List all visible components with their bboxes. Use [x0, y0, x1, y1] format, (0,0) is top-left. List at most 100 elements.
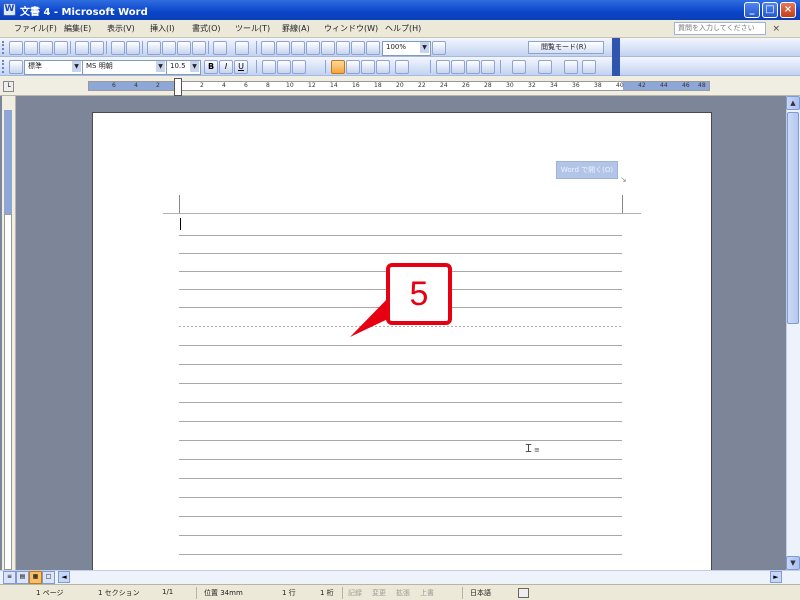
- toolbar-separator: [500, 60, 501, 73]
- status-rec[interactable]: 記録: [348, 588, 362, 598]
- enclose-characters-icon[interactable]: [582, 60, 596, 74]
- redo-icon[interactable]: [235, 41, 249, 55]
- grid-line: [179, 402, 622, 403]
- indent-marker[interactable]: [174, 78, 182, 96]
- reading-mode-button[interactable]: 閲覧モード(R): [528, 41, 604, 54]
- menu-help[interactable]: ヘルプ(H): [385, 23, 421, 34]
- tables-borders-icon[interactable]: [276, 41, 290, 55]
- toolbar-grip[interactable]: [2, 41, 7, 54]
- justify-button[interactable]: [331, 60, 345, 74]
- status-ext[interactable]: 拡張: [396, 588, 410, 598]
- document-map-icon[interactable]: [351, 41, 365, 55]
- new-document-icon[interactable]: [9, 41, 23, 55]
- style-select[interactable]: 標準 ▼: [24, 60, 83, 75]
- character-shading-icon[interactable]: [277, 60, 291, 74]
- styles-pane-icon[interactable]: [9, 60, 23, 74]
- toolbar-grip[interactable]: [2, 60, 7, 73]
- web-layout-icon[interactable]: ▤: [16, 571, 29, 584]
- scroll-down-button[interactable]: ▼: [786, 556, 800, 570]
- minimize-button[interactable]: _: [744, 2, 760, 18]
- insert-table-icon[interactable]: [291, 41, 305, 55]
- decrease-indent-icon[interactable]: [466, 60, 480, 74]
- document-page[interactable]: [92, 112, 712, 582]
- print-layout-icon[interactable]: ▦: [29, 571, 42, 584]
- font-color-icon[interactable]: [538, 60, 552, 74]
- close-button[interactable]: ×: [780, 2, 796, 18]
- status-page-of: 1/1: [162, 588, 174, 596]
- menu-tools[interactable]: ツール(T): [235, 23, 270, 34]
- maximize-button[interactable]: □: [762, 2, 778, 18]
- cursor-arrow-icon: ↘: [620, 175, 627, 184]
- menu-table[interactable]: 罫線(A): [282, 23, 310, 34]
- ruler-number: 24: [440, 82, 448, 89]
- open-folder-icon[interactable]: [24, 41, 38, 55]
- horizontal-ruler[interactable]: └ 6 4 2 2 4 6 8 10 12 14 16 18 20 22 24 …: [0, 76, 800, 96]
- chevron-down-icon: ▼: [420, 42, 429, 53]
- cut-icon[interactable]: [147, 41, 161, 55]
- outline-view-icon[interactable]: □: [42, 571, 55, 584]
- status-bar: 1 ページ 1 セクション 1/1 位置 34mm 1 行 1 桁 記録 変更 …: [0, 584, 800, 600]
- spelling-icon[interactable]: [111, 41, 125, 55]
- save-icon[interactable]: [39, 41, 53, 55]
- horizontal-scrollbar[interactable]: [0, 570, 800, 584]
- print-preview-icon[interactable]: [90, 41, 104, 55]
- line-spacing-icon[interactable]: [395, 60, 409, 74]
- permission-icon[interactable]: [54, 41, 68, 55]
- font-size-select[interactable]: 10.5 ▼: [166, 60, 201, 75]
- align-center-icon[interactable]: [346, 60, 360, 74]
- menu-close-icon[interactable]: ×: [772, 24, 780, 34]
- menu-insert[interactable]: 挿入(I): [150, 23, 175, 34]
- copy-icon[interactable]: [162, 41, 176, 55]
- hyperlink-icon[interactable]: [261, 41, 275, 55]
- format-painter-icon[interactable]: [192, 41, 206, 55]
- help-icon[interactable]: [432, 41, 446, 55]
- ruler-number: 26: [462, 82, 470, 89]
- ruler-number: 44: [660, 82, 668, 89]
- bold-button[interactable]: B: [204, 60, 218, 74]
- undo-icon[interactable]: [213, 41, 227, 55]
- menu-window[interactable]: ウィンドウ(W): [324, 23, 378, 34]
- menu-file[interactable]: ファイル(F): [14, 23, 57, 34]
- character-scale-icon[interactable]: [292, 60, 306, 74]
- step-number: 5: [409, 275, 429, 313]
- toolbar-separator: [70, 41, 71, 54]
- menu-view[interactable]: 表示(V): [107, 23, 135, 34]
- zoom-select[interactable]: 100% ▼: [382, 41, 431, 56]
- align-right-icon[interactable]: [361, 60, 375, 74]
- status-trk[interactable]: 変更: [372, 588, 386, 598]
- scroll-right-button[interactable]: ►: [770, 571, 782, 583]
- paste-icon[interactable]: [177, 41, 191, 55]
- highlight-icon[interactable]: [512, 60, 526, 74]
- underline-button[interactable]: U: [234, 60, 248, 74]
- grid-line: [179, 345, 622, 346]
- distributed-icon[interactable]: [376, 60, 390, 74]
- font-select[interactable]: MS 明朝 ▼: [82, 60, 167, 75]
- menu-edit[interactable]: 編集(E): [64, 23, 91, 34]
- insert-excel-icon[interactable]: [306, 41, 320, 55]
- italic-button[interactable]: I: [219, 60, 233, 74]
- status-ovr[interactable]: 上書: [420, 588, 434, 598]
- character-border-icon[interactable]: [262, 60, 276, 74]
- bullets-icon[interactable]: [451, 60, 465, 74]
- menu-format[interactable]: 書式(O): [192, 23, 221, 34]
- vertical-ruler-strip[interactable]: [4, 214, 12, 570]
- spelling-status-icon[interactable]: [518, 588, 529, 598]
- research-icon[interactable]: [126, 41, 140, 55]
- columns-icon[interactable]: [321, 41, 335, 55]
- show-hide-icon[interactable]: [366, 41, 380, 55]
- increase-indent-icon[interactable]: [481, 60, 495, 74]
- phonetic-guide-icon[interactable]: [564, 60, 578, 74]
- numbering-icon[interactable]: [436, 60, 450, 74]
- drawing-icon[interactable]: [336, 41, 350, 55]
- scroll-up-button[interactable]: ▲: [786, 96, 800, 110]
- tab-selector-icon[interactable]: └: [3, 81, 14, 92]
- toolbar-separator: [256, 60, 257, 73]
- normal-view-icon[interactable]: ≡: [3, 571, 16, 584]
- ruler-left-margin: [89, 82, 177, 90]
- word-app-icon[interactable]: W: [3, 3, 16, 16]
- help-search-input[interactable]: [674, 22, 766, 35]
- toolbar-separator: [256, 41, 257, 54]
- scroll-left-button[interactable]: ◄: [58, 571, 70, 583]
- print-icon[interactable]: [75, 41, 89, 55]
- scroll-thumb[interactable]: [787, 112, 799, 324]
